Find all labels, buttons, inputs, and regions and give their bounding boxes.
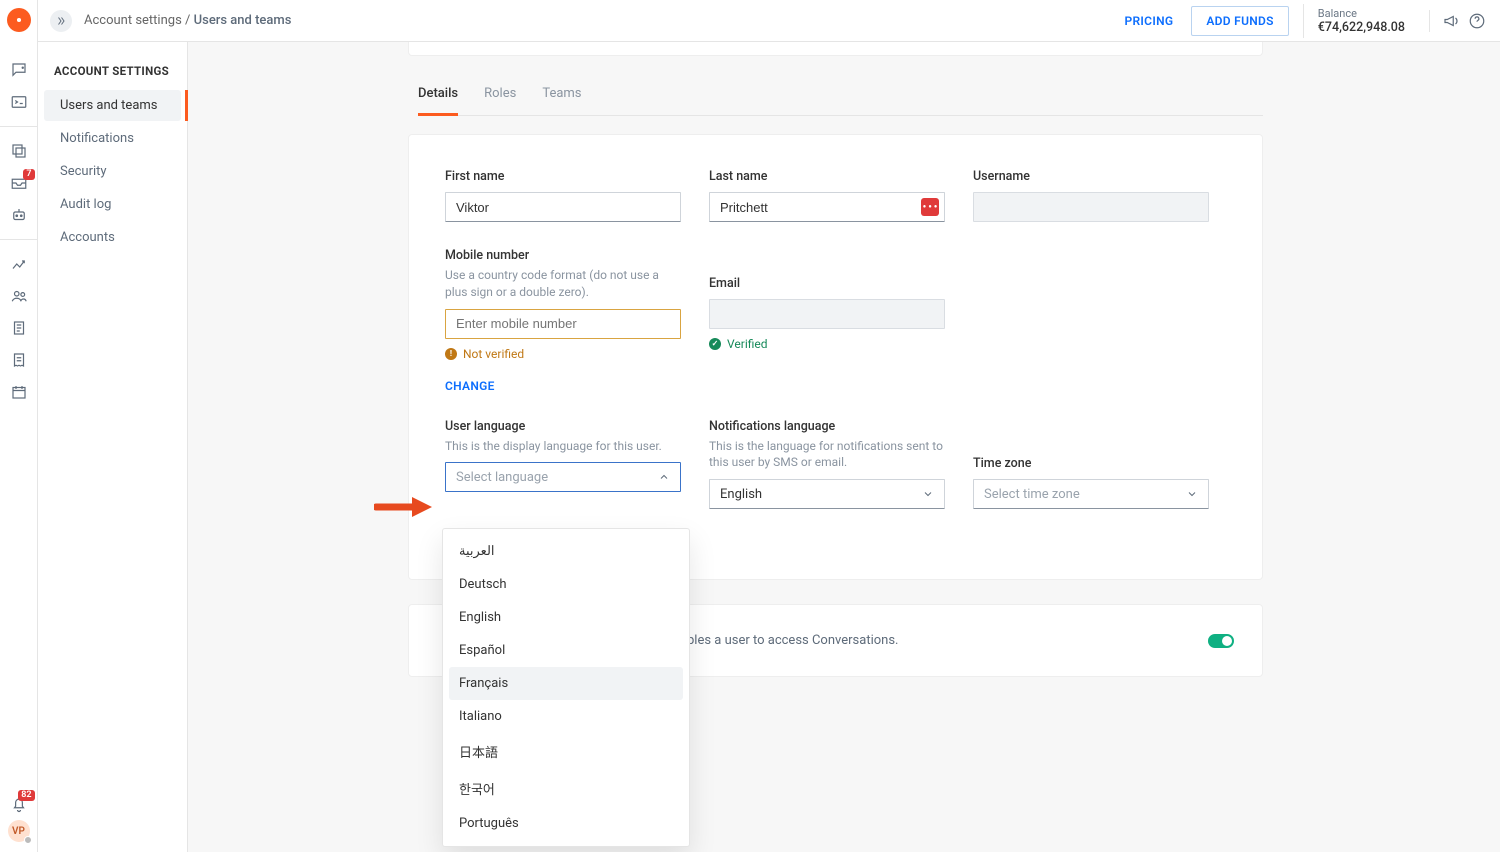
settings-sidebar: ACCOUNT SETTINGS Users and teams Notific…	[38, 42, 188, 852]
app-logo-icon[interactable]	[7, 8, 31, 32]
chat-icon[interactable]	[9, 60, 29, 80]
user-language-select[interactable]: Select language	[445, 462, 681, 492]
username-label: Username	[973, 169, 1209, 184]
timezone-field: Time zone Select time zone	[973, 419, 1209, 510]
tab-roles[interactable]: Roles	[484, 86, 516, 115]
pricing-link[interactable]: PRICING	[1111, 6, 1188, 36]
inbox-badge: 7	[23, 169, 34, 180]
avatar-initials: VP	[12, 826, 25, 837]
help-icon[interactable]	[1466, 10, 1488, 32]
language-option[interactable]: العربية	[449, 535, 683, 568]
details-card: First name Last name ••• Username	[408, 134, 1263, 580]
bell-icon[interactable]: 82	[9, 794, 29, 814]
email-field: Email ✓ Verified	[709, 276, 945, 351]
sidebar-item-notifications[interactable]: Notifications	[44, 123, 181, 154]
chevron-up-icon	[658, 471, 670, 483]
language-option[interactable]: Italiano	[449, 700, 683, 733]
bot-icon[interactable]	[9, 205, 29, 225]
language-option[interactable]: 日本語	[449, 733, 683, 770]
chevron-down-icon	[922, 488, 934, 500]
people-icon[interactable]	[9, 286, 29, 306]
topbar: Account settings / Users and teams PRICI…	[38, 0, 1500, 42]
notif-language-select[interactable]: English	[709, 479, 945, 509]
language-option[interactable]: English	[449, 601, 683, 634]
breadcrumb: Account settings / Users and teams	[84, 13, 291, 28]
notif-language-help: This is the language for notifications s…	[709, 438, 945, 472]
conversations-access-toggle[interactable]	[1208, 634, 1234, 648]
mobile-field: Mobile number Use a country code format …	[445, 248, 681, 393]
language-option[interactable]: Português	[449, 807, 683, 840]
left-rail: 7 82 VP	[0, 0, 38, 852]
breadcrumb-root[interactable]: Account settings	[84, 13, 182, 28]
first-name-input[interactable]	[445, 192, 681, 222]
notif-language-label: Notifications language	[709, 419, 945, 434]
announce-icon[interactable]	[1440, 10, 1462, 32]
first-name-field: First name	[445, 169, 681, 222]
sidebar-title: ACCOUNT SETTINGS	[54, 64, 187, 78]
last-name-label: Last name	[709, 169, 945, 184]
timezone-label: Time zone	[973, 456, 1209, 471]
timezone-select[interactable]: Select time zone	[973, 479, 1209, 509]
mobile-status: ! Not verified	[445, 347, 681, 361]
check-icon: ✓	[709, 338, 721, 350]
sidebar-item-security[interactable]: Security	[44, 156, 181, 187]
language-option[interactable]: Français	[449, 667, 683, 700]
mobile-help: Use a country code format (do not use a …	[445, 267, 681, 301]
mobile-input[interactable]	[445, 309, 681, 339]
language-option[interactable]: 한국어	[449, 770, 683, 807]
last-name-input[interactable]	[709, 192, 945, 222]
user-language-dropdown[interactable]: العربيةDeutschEnglishEspañolFrançaisItal…	[442, 528, 690, 847]
previous-card-slice	[408, 42, 1263, 56]
email-input	[709, 299, 945, 329]
notif-badge: 82	[18, 790, 34, 801]
main-area: Details Roles Teams First name Last name…	[188, 42, 1500, 852]
last-name-field: Last name •••	[709, 169, 945, 222]
tab-details[interactable]: Details	[418, 86, 458, 116]
balance-label: Balance	[1318, 7, 1405, 20]
sidebar-item-users-teams[interactable]: Users and teams	[44, 90, 181, 121]
language-option[interactable]: Español	[449, 634, 683, 667]
mobile-label: Mobile number	[445, 248, 681, 263]
username-input	[973, 192, 1209, 222]
password-manager-icon[interactable]: •••	[921, 198, 939, 216]
conversations-access-text: bles a user to access Conversations.	[687, 633, 898, 648]
notif-language-field: Notifications language This is the langu…	[709, 419, 945, 510]
first-name-label: First name	[445, 169, 681, 184]
doc-icon[interactable]	[9, 318, 29, 338]
user-language-field: User language This is the display langua…	[445, 419, 681, 510]
user-language-help: This is the display language for this us…	[445, 438, 681, 455]
breadcrumb-current: Users and teams	[194, 13, 292, 28]
balance-amount: €74,622,948.08	[1318, 20, 1405, 35]
copy-icon[interactable]	[9, 141, 29, 161]
sidebar-item-accounts[interactable]: Accounts	[44, 222, 181, 253]
chevron-down-icon	[1186, 488, 1198, 500]
balance-box: Balance €74,622,948.08	[1303, 4, 1419, 38]
receipt-icon[interactable]	[9, 350, 29, 370]
email-status: ✓ Verified	[709, 337, 945, 351]
username-field: Username	[973, 169, 1209, 222]
terminal-icon[interactable]	[9, 92, 29, 112]
tabs: Details Roles Teams	[418, 86, 1263, 116]
add-funds-button[interactable]: ADD FUNDS	[1191, 6, 1288, 36]
warning-icon: !	[445, 348, 457, 360]
user-language-label: User language	[445, 419, 681, 434]
change-mobile-link[interactable]: CHANGE	[445, 379, 681, 393]
inbox-icon[interactable]: 7	[9, 173, 29, 193]
sidebar-toggle-button[interactable]	[50, 10, 72, 32]
annotation-arrow-icon	[374, 495, 434, 519]
email-label: Email	[709, 276, 945, 291]
language-option[interactable]: Deutsch	[449, 568, 683, 601]
calendar-icon[interactable]	[9, 382, 29, 402]
tab-teams[interactable]: Teams	[542, 86, 581, 115]
analytics-icon[interactable]	[9, 254, 29, 274]
avatar[interactable]: VP	[8, 820, 30, 842]
sidebar-item-audit-log[interactable]: Audit log	[44, 189, 181, 220]
